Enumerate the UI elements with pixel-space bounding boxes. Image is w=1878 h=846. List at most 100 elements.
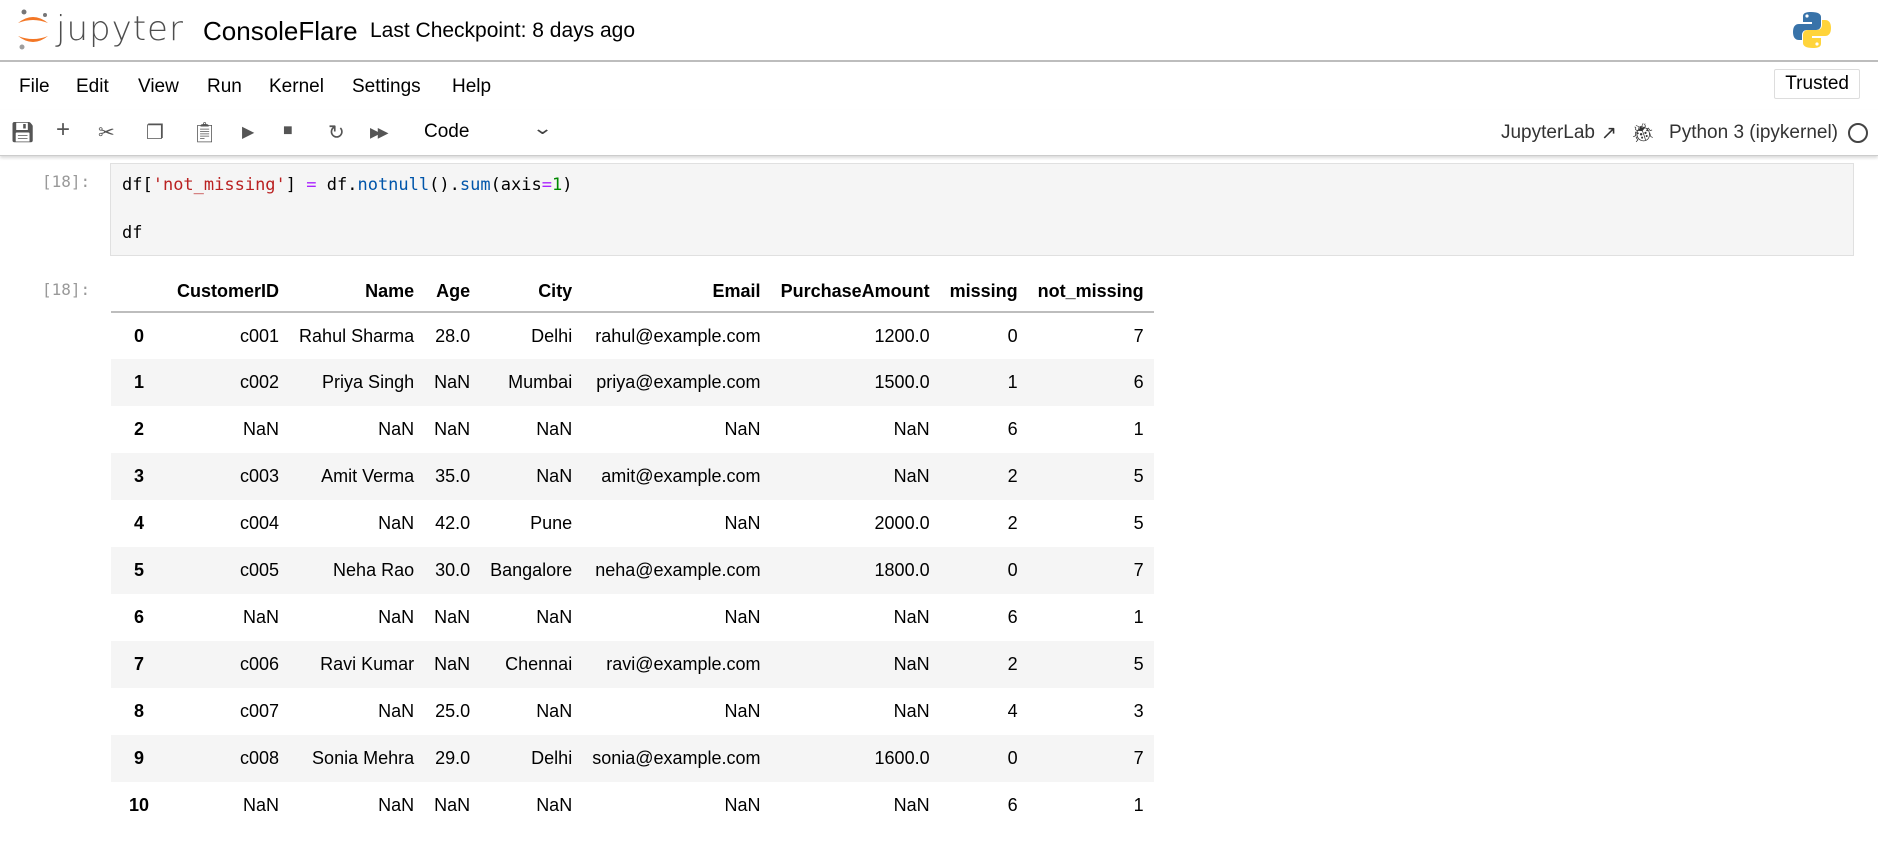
table-cell: c002 [240,372,280,392]
table-cell: Priya Singh [322,372,415,392]
column-header: missing [939,272,1028,313]
table-row: 9 c008 Sonia Mehra 29.0 Delhi sonia@example.c… [111,735,1154,782]
row-index: 10 [129,795,150,815]
table-cell: NaN [724,701,761,721]
checkpoint-status: Last Checkpoint: 8 days ago [370,19,636,42]
table-cell: neha@example.com [595,560,761,580]
column-header: Email [582,272,771,313]
menu-edit[interactable]: Edit [76,76,109,98]
table-row: 7 c006 Ravi Kumar NaN Chennai ravi@example.co… [111,641,1154,688]
menu-bar: File Edit View Run Kernel Settings Help [0,62,1878,110]
table-cell: Ravi Kumar [320,654,415,674]
table-cell: NaN [724,795,761,815]
table-cell: Delhi [531,748,573,768]
run-icon[interactable]: ▶ [242,122,254,142]
table-cell: NaN [536,466,573,486]
fast-forward-icon[interactable]: ▶▶ [370,124,388,141]
table-cell: NaN [893,607,930,627]
table-row: 6 NaN NaN NaN NaN NaN NaN 6 1 [111,594,1154,641]
table-cell: NaN [536,701,573,721]
table-cell: Bangalore [490,560,573,580]
save-icon[interactable]: 💾︎ [10,120,35,145]
jupyter-logo[interactable]: jupyter [16,8,184,50]
table-cell: 3 [1133,701,1144,721]
row-index: 3 [134,466,145,486]
notebook-title[interactable]: ConsoleFlare [203,16,358,47]
table-cell: c003 [240,466,280,486]
table-cell: 5 [1133,654,1144,674]
stop-icon[interactable]: ■ [283,122,293,140]
restart-icon[interactable]: ↻ [328,120,345,145]
table-cell: 2 [1007,654,1018,674]
table-cell: sonia@example.com [592,748,761,768]
dataframe-output: CustomerID Name Age City Email PurchaseAmount… [111,272,1154,829]
table-cell: c005 [240,560,280,580]
table-cell: NaN [893,701,930,721]
menu-kernel[interactable]: Kernel [269,76,324,98]
table-cell: Neha Rao [333,560,415,580]
table-cell: 6 [1133,372,1144,392]
table-cell: Sonia Mehra [312,748,415,768]
header: jupyter ConsoleFlare Last Checkpoint: 8 … [0,0,1878,62]
row-index: 9 [134,748,145,768]
table-cell: c004 [240,513,280,533]
kernel-name[interactable]: Python 3 (ipykernel) [1669,122,1838,144]
cell-type-select[interactable]: Code [424,121,469,143]
logo-text: jupyter [56,9,184,49]
row-index: 5 [134,560,145,580]
table-cell: c006 [240,654,280,674]
table-cell: 42.0 [435,513,471,533]
table-row: 2 NaN NaN NaN NaN NaN NaN 6 1 [111,406,1154,453]
menu-settings[interactable]: Settings [352,76,421,98]
table-cell: Mumbai [508,372,573,392]
table-row: 4 c004 NaN 42.0 Pune NaN 2000.0 2 5 [111,500,1154,547]
column-header: City [480,272,583,313]
menu-view[interactable]: View [138,76,179,98]
chevron-down-icon[interactable]: ⌄ [532,118,553,139]
toolbar: 💾︎ + ✂ ❐ 📋︎ ▶ ■ ↻ ▶▶ Code ⌄ JupyterLab ↗… [0,110,1878,156]
python-logo-icon [1793,12,1831,48]
menu-file[interactable]: File [19,76,50,98]
table-cell: NaN [536,607,573,627]
debugger-bug-icon[interactable]: 🐞︎ [1631,121,1655,145]
table-cell: 2 [1007,466,1018,486]
table-row: 5 c005 Neha Rao 30.0 Bangalore neha@example.c… [111,547,1154,594]
table-cell: 0 [1007,560,1018,580]
table-cell: c001 [240,325,280,346]
menu-help[interactable]: Help [452,76,491,98]
code-editor[interactable]: df['not_missing'] = df.notnull().sum(axi… [110,163,1854,256]
table-row: 10 NaN NaN NaN NaN NaN NaN 6 1 [111,782,1154,829]
jupyterlab-link[interactable]: JupyterLab [1501,122,1595,144]
table-cell: 25.0 [435,701,471,721]
copy-icon[interactable]: ❐ [146,120,164,145]
table-cell: 4 [1007,701,1018,721]
table-cell: NaN [434,795,471,815]
paste-icon[interactable]: 📋︎ [192,120,217,145]
table-cell: NaN [243,795,280,815]
table-cell: NaN [893,466,930,486]
code-line: df [122,223,143,243]
external-link-icon[interactable]: ↗ [1601,122,1617,145]
table-cell: NaN [243,607,280,627]
table-header-row: CustomerID Name Age City Email PurchaseAmount… [111,272,1154,313]
table-cell: 1200.0 [874,325,930,346]
trusted-indicator[interactable]: Trusted [1774,69,1860,99]
menu-run[interactable]: Run [207,76,242,98]
column-header: not_missing [1027,272,1154,313]
input-prompt: [18]: [42,172,91,191]
table-cell: NaN [434,419,471,439]
row-index: 8 [134,701,145,721]
add-cell-icon[interactable]: + [56,116,70,144]
output-prompt: [18]: [42,280,91,299]
table-cell: 7 [1133,325,1144,346]
table-cell: amit@example.com [601,466,761,486]
table-cell: 28.0 [435,325,471,346]
table-cell: NaN [724,607,761,627]
cut-icon[interactable]: ✂ [98,120,115,145]
table-cell: 1 [1133,795,1144,815]
table-cell: 1500.0 [874,372,930,392]
table-cell: Delhi [531,325,573,346]
table-cell: 7 [1133,560,1144,580]
kernel-status-circle-icon [1848,123,1868,143]
table-cell: 6 [1007,607,1018,627]
